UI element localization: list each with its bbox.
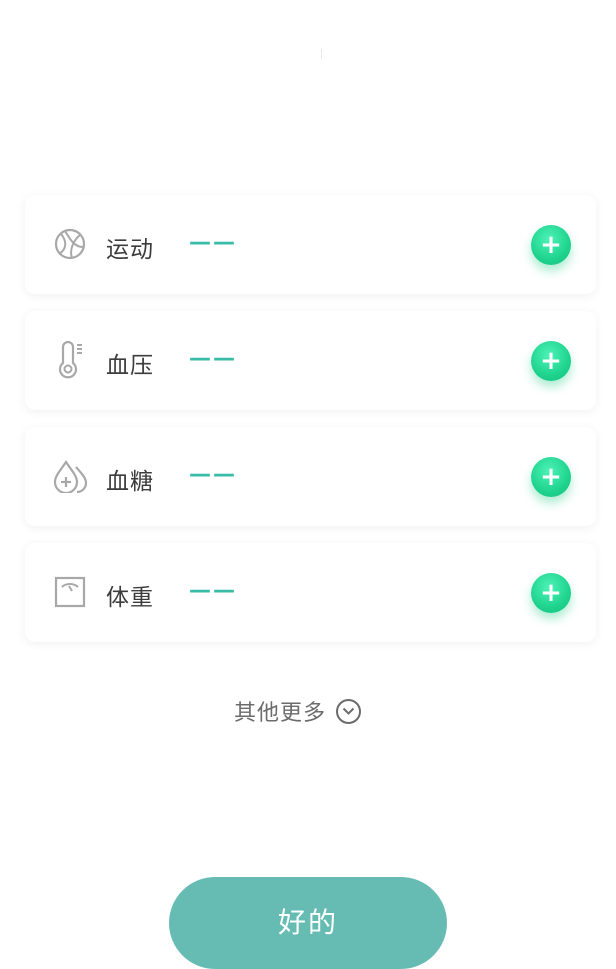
more-label: 其他更多 — [234, 701, 327, 726]
more-toggle[interactable]: 其他更多 — [234, 696, 362, 726]
plus-icon: + — [540, 578, 562, 608]
chevron-down-circle-icon — [336, 698, 362, 724]
add-weight-button[interactable]: + — [531, 573, 571, 613]
metric-label: 血糖 — [106, 469, 154, 495]
thermometer-icon — [52, 341, 88, 379]
metric-label: 体重 — [106, 585, 154, 611]
metric-card-blood-sugar[interactable]: 血糖 —— + — [25, 427, 596, 526]
plus-icon: + — [540, 346, 562, 376]
plus-icon: + — [540, 462, 562, 492]
confirm-button[interactable]: 好的 — [169, 877, 447, 969]
metric-value: —— — [189, 230, 237, 255]
plus-icon: + — [540, 230, 562, 260]
metric-card-blood-pressure[interactable]: 血压 —— + — [25, 311, 596, 410]
sport-ball-icon — [52, 226, 88, 262]
add-blood-sugar-button[interactable]: + — [531, 457, 571, 497]
drops-plus-icon — [52, 458, 88, 494]
metric-value: —— — [189, 578, 237, 603]
metric-label: 血压 — [106, 353, 154, 379]
page: 运动 —— + 血压 —— + 血糖 —— + 体重 —— + 其他更多 好的 — [0, 0, 616, 969]
metric-value: —— — [189, 462, 237, 487]
metric-card-sport[interactable]: 运动 —— + — [25, 195, 596, 294]
scale-icon — [52, 574, 88, 610]
add-sport-button[interactable]: + — [531, 225, 571, 265]
divider-tick — [321, 49, 322, 59]
metric-card-weight[interactable]: 体重 —— + — [25, 543, 596, 642]
metric-value: —— — [189, 346, 237, 371]
add-blood-pressure-button[interactable]: + — [531, 341, 571, 381]
metric-label: 运动 — [106, 237, 154, 263]
